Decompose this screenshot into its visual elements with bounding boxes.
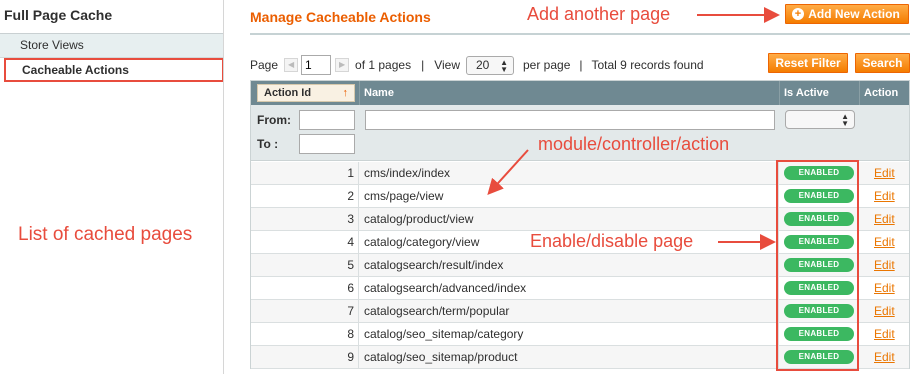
- annotation-arrows: [487, 7, 780, 250]
- arrow-icon: [487, 149, 529, 195]
